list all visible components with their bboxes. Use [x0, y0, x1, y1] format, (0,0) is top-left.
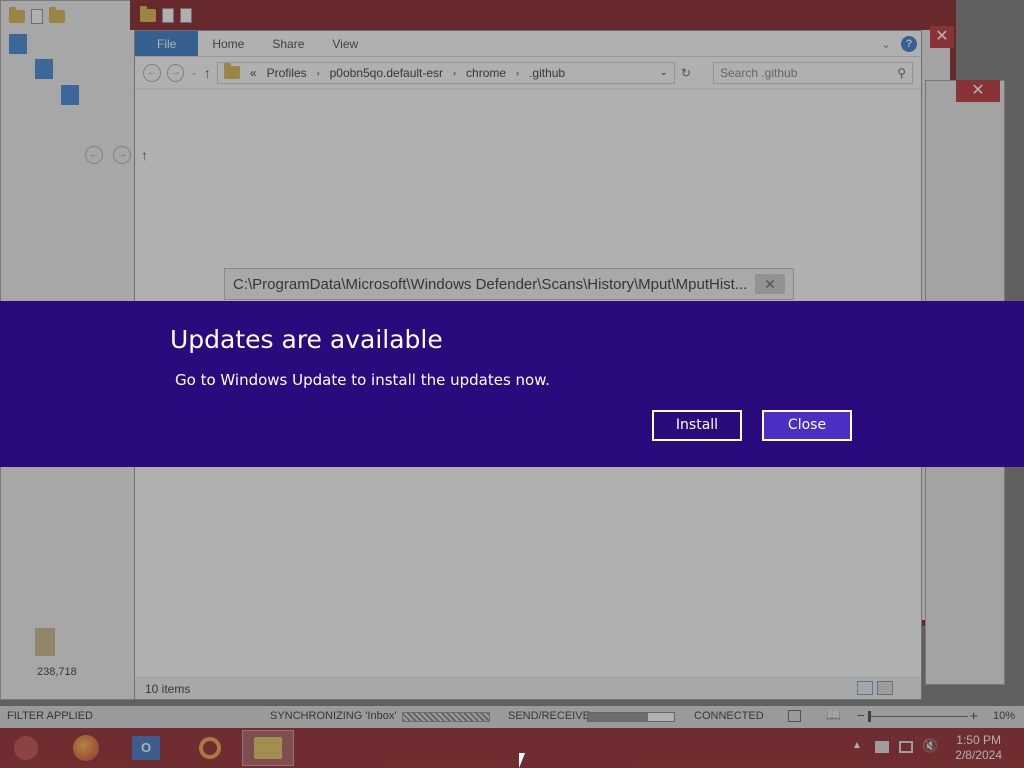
update-notification-dialog: Updates are available Go to Windows Upda… — [0, 301, 1024, 467]
dialog-message: Go to Windows Update to install the upda… — [175, 371, 550, 389]
install-button[interactable]: Install — [652, 410, 742, 441]
dialog-title: Updates are available — [170, 325, 443, 354]
mouse-cursor — [519, 753, 531, 768]
close-button[interactable]: Close — [762, 410, 852, 441]
